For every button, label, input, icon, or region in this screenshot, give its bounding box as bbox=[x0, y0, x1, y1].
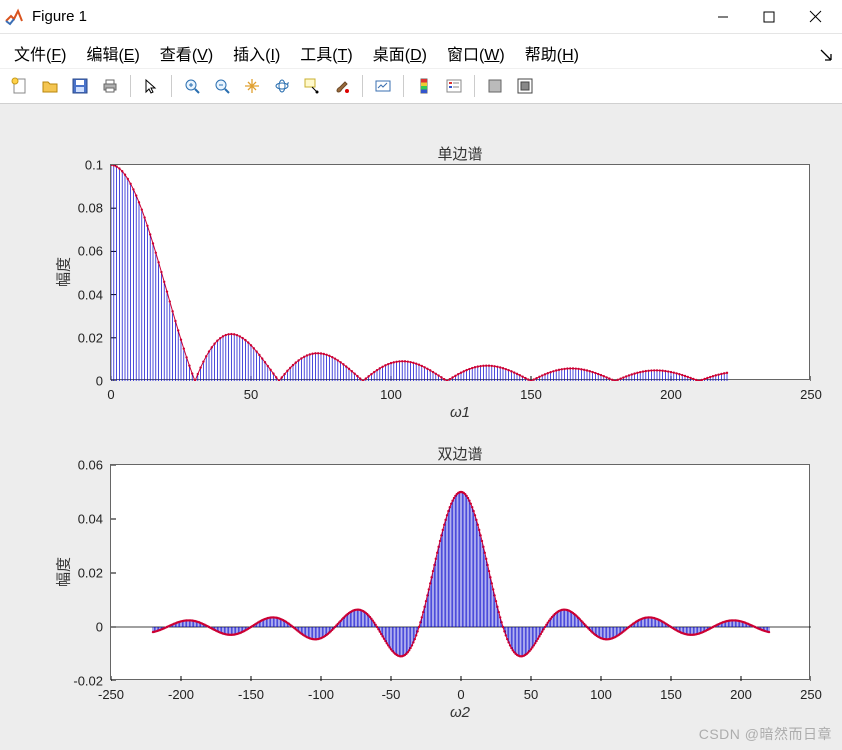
plot1-svg bbox=[111, 165, 811, 381]
plot1-title: 单边谱 bbox=[437, 143, 482, 164]
rotate-button[interactable] bbox=[268, 72, 296, 100]
plot-double-sided[interactable]: 双边谱 幅度 ω2 -250-200-150-100-5005010015020… bbox=[110, 464, 810, 680]
menu-file[interactable]: 文件(F) bbox=[10, 39, 70, 67]
titlebar: Figure 1 bbox=[0, 0, 842, 34]
plot2-xlabel: ω2 bbox=[450, 704, 470, 721]
matlab-icon bbox=[4, 7, 24, 27]
colorbar-button[interactable] bbox=[410, 72, 438, 100]
legend-button[interactable] bbox=[440, 72, 468, 100]
link-button[interactable] bbox=[369, 72, 397, 100]
zoom-out-button[interactable] bbox=[208, 72, 236, 100]
plot2-svg bbox=[111, 465, 811, 681]
menu-edit[interactable]: 编辑(E) bbox=[82, 39, 143, 67]
maximize-button[interactable] bbox=[746, 2, 792, 32]
plot-single-sided[interactable]: 单边谱 幅度 ω1 05010015020025000.020.040.060.… bbox=[110, 164, 810, 380]
save-button[interactable] bbox=[66, 72, 94, 100]
toolbar-separator bbox=[130, 75, 131, 97]
plot1-ylabel: 幅度 bbox=[53, 257, 74, 287]
plot1-xlabel: ω1 bbox=[450, 404, 470, 421]
plot2-title: 双边谱 bbox=[437, 443, 482, 464]
menu-help[interactable]: 帮助(H) bbox=[521, 39, 583, 67]
insert-axes-button[interactable] bbox=[481, 72, 509, 100]
pan-button[interactable] bbox=[238, 72, 266, 100]
menu-window[interactable]: 窗口(W) bbox=[443, 39, 509, 67]
menu-view[interactable]: 查看(V) bbox=[156, 39, 217, 67]
menu-insert[interactable]: 插入(I) bbox=[229, 39, 284, 67]
toolbar-separator bbox=[171, 75, 172, 97]
toolbar bbox=[0, 68, 842, 104]
watermark: CSDN @暗然而日章 bbox=[699, 724, 832, 744]
zoom-in-button[interactable] bbox=[178, 72, 206, 100]
open-button[interactable] bbox=[36, 72, 64, 100]
menu-tools[interactable]: 工具(T) bbox=[296, 39, 356, 67]
window-title: Figure 1 bbox=[32, 8, 700, 25]
menubar: 文件(F) 编辑(E) 查看(V) 插入(I) 工具(T) 桌面(D) 窗口(W… bbox=[0, 34, 842, 68]
menu-desktop[interactable]: 桌面(D) bbox=[369, 39, 431, 67]
new-figure-button[interactable] bbox=[6, 72, 34, 100]
figure-area: 单边谱 幅度 ω1 05010015020025000.020.040.060.… bbox=[0, 104, 842, 750]
toolbar-separator bbox=[403, 75, 404, 97]
brush-button[interactable] bbox=[328, 72, 356, 100]
pointer-button[interactable] bbox=[137, 72, 165, 100]
toolbar-separator bbox=[362, 75, 363, 97]
minimize-button[interactable] bbox=[700, 2, 746, 32]
print-button[interactable] bbox=[96, 72, 124, 100]
dock-button[interactable] bbox=[511, 72, 539, 100]
toolbar-separator bbox=[474, 75, 475, 97]
undock-arrow-icon[interactable] bbox=[820, 48, 832, 64]
window-controls bbox=[700, 2, 838, 32]
data-cursor-button[interactable] bbox=[298, 72, 326, 100]
close-button[interactable] bbox=[792, 2, 838, 32]
